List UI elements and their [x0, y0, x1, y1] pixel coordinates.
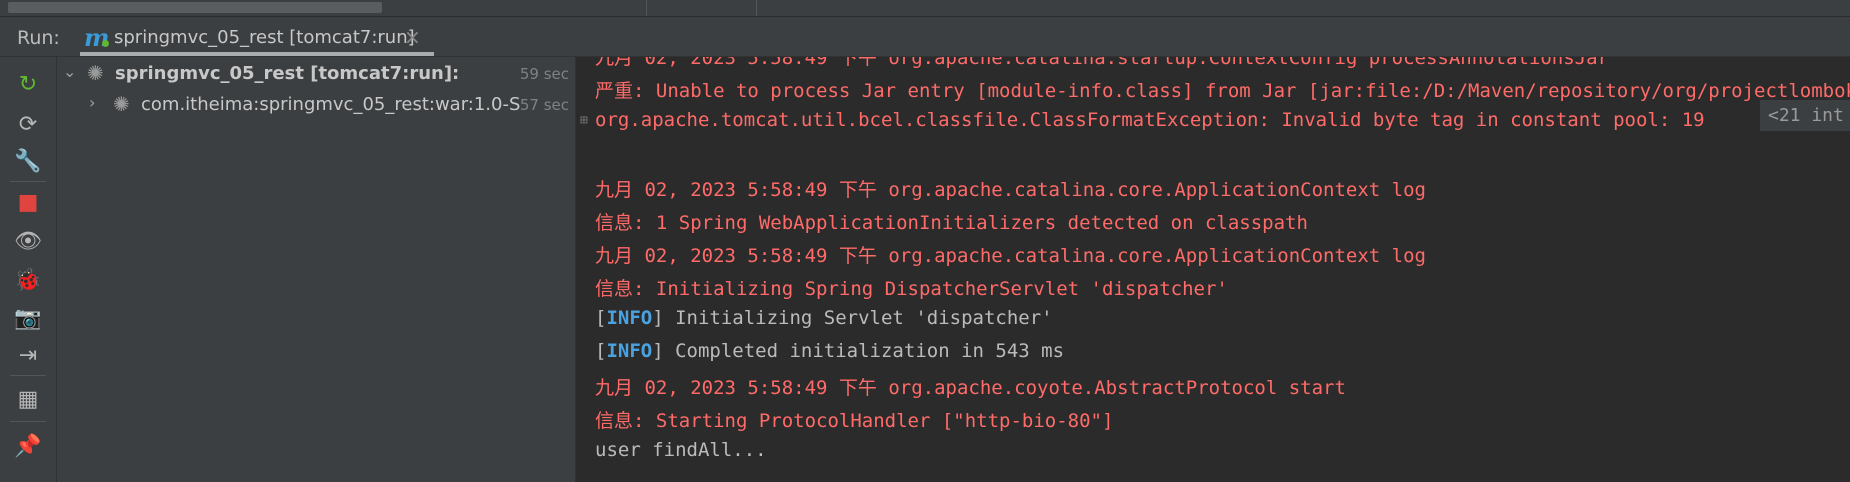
- console-line: 九月 02, 2023 5:58:49 下午 org.apache.catali…: [595, 241, 1426, 274]
- run-tab-bar: Run: m springmvc_05_rest [tomcat7:run] ×: [0, 17, 1850, 57]
- elapsed-time: 59 sec: [519, 65, 569, 83]
- maven-m-icon: m: [84, 23, 110, 52]
- chevron-down-icon[interactable]: ⌄: [63, 62, 76, 81]
- eye-icon[interactable]: 👁: [13, 226, 43, 256]
- console-line: 九月 02, 2023 5:58:49 下午 org.apache.catali…: [595, 57, 1609, 76]
- console-output[interactable]: ⊞ 九月 02, 2023 5:58:49 下午 org.apache.cata…: [576, 57, 1850, 482]
- console-line: [INFO] Completed initialization in 543 m…: [595, 340, 1064, 373]
- rerun-icon[interactable]: ↻: [13, 69, 43, 99]
- loading-spinner-icon: ✺: [87, 61, 104, 85]
- tree-node-label: springmvc_05_rest [tomcat7:run]:: [115, 63, 460, 84]
- stop-icon[interactable]: ■: [13, 187, 43, 217]
- truncated-text-badge[interactable]: <21 int: [1760, 100, 1850, 131]
- log-level-tag: INFO: [606, 340, 653, 362]
- wrench-icon[interactable]: 🔧: [13, 146, 43, 176]
- console-text: [: [595, 307, 607, 329]
- console-text: 信息: 1 Spring WebApplicationInitializers …: [595, 212, 1308, 234]
- console-text: 九月 02, 2023 5:58:49 下午 org.apache.catali…: [595, 57, 1609, 69]
- chevron-right-icon[interactable]: ›: [89, 93, 95, 112]
- run-tab[interactable]: m springmvc_05_rest [tomcat7:run] ×: [80, 17, 434, 56]
- console-text: 信息: Starting ProtocolHandler ["http-bio-…: [595, 410, 1114, 432]
- debug-bug-icon[interactable]: 🐞: [13, 265, 43, 295]
- console-text: 严重: Unable to process Jar entry [module-…: [595, 80, 1850, 102]
- run-tree: ⌄ ✺ springmvc_05_rest [tomcat7:run]: 59 sec…: [57, 57, 575, 482]
- console-text: ] Initializing Servlet 'dispatcher': [652, 307, 1053, 329]
- console-text: 信息: Initializing Spring DispatcherServle…: [595, 278, 1228, 300]
- console-line: 严重: Unable to process Jar entry [module-…: [595, 76, 1850, 109]
- fold-marker-icon[interactable]: ⊞: [580, 113, 588, 128]
- toolbar-separator: [10, 375, 46, 376]
- elapsed-time: 57 sec: [519, 96, 569, 114]
- console-text: org.apache.tomcat.util.bcel.classfile.Cl…: [595, 109, 1705, 131]
- run-panel-label: Run:: [17, 27, 60, 49]
- tree-node-label: com.itheima:springmvc_05_rest:war:1.0-SN…: [141, 94, 521, 115]
- top-divider: [756, 0, 757, 16]
- toggle-auto-test-icon[interactable]: ⟳: [13, 109, 43, 139]
- close-tab-icon[interactable]: ×: [404, 25, 421, 49]
- top-divider: [646, 0, 647, 16]
- tree-node[interactable]: ⌄ ✺ springmvc_05_rest [tomcat7:run]: 59 sec: [57, 59, 575, 91]
- window-top-strip: [0, 0, 1850, 17]
- pin-icon[interactable]: 📌: [13, 431, 43, 461]
- console-line: 信息: 1 Spring WebApplicationInitializers …: [595, 208, 1308, 241]
- console-line: 九月 02, 2023 5:58:49 下午 org.apache.catali…: [595, 175, 1426, 208]
- layout-icon[interactable]: ▦: [13, 384, 43, 414]
- run-toolbar: ↻ ⟳ 🔧 ■ 👁 🐞 📷 ⇥ ▦ 📌: [0, 57, 57, 482]
- console-line: [INFO] Initializing Servlet 'dispatcher': [595, 307, 1053, 340]
- camera-icon[interactable]: 📷: [13, 303, 43, 333]
- tree-node[interactable]: › ✺ com.itheima:springmvc_05_rest:war:1.0-…: [57, 90, 575, 122]
- console-text: 九月 02, 2023 5:58:49 下午 org.apache.catali…: [595, 179, 1426, 201]
- console-text: 九月 02, 2023 5:58:49 下午 org.apache.coyote…: [595, 377, 1346, 399]
- running-indicator-icon: [102, 40, 109, 47]
- console-text: ] Completed initialization in 543 ms: [652, 340, 1065, 362]
- console-line: 九月 02, 2023 5:58:49 下午 org.apache.coyote…: [595, 373, 1346, 406]
- console-line: 信息: Initializing Spring DispatcherServle…: [595, 274, 1228, 307]
- exit-icon[interactable]: ⇥: [13, 340, 43, 370]
- horizontal-scrollbar-thumb[interactable]: [8, 2, 382, 13]
- run-tab-title: springmvc_05_rest [tomcat7:run]: [114, 27, 415, 48]
- console-line: user findAll...: [595, 439, 767, 472]
- console-line: org.apache.tomcat.util.bcel.classfile.Cl…: [595, 109, 1705, 142]
- toolbar-separator: [10, 421, 46, 422]
- console-text: user findAll...: [595, 439, 767, 461]
- toolbar-separator: [10, 181, 46, 182]
- console-text: 九月 02, 2023 5:58:49 下午 org.apache.catali…: [595, 245, 1426, 267]
- console-text: [: [595, 340, 607, 362]
- active-tab-indicator: [80, 52, 434, 56]
- loading-spinner-icon: ✺: [113, 92, 130, 116]
- log-level-tag: INFO: [606, 307, 653, 329]
- console-line: 信息: Starting ProtocolHandler ["http-bio-…: [595, 406, 1113, 439]
